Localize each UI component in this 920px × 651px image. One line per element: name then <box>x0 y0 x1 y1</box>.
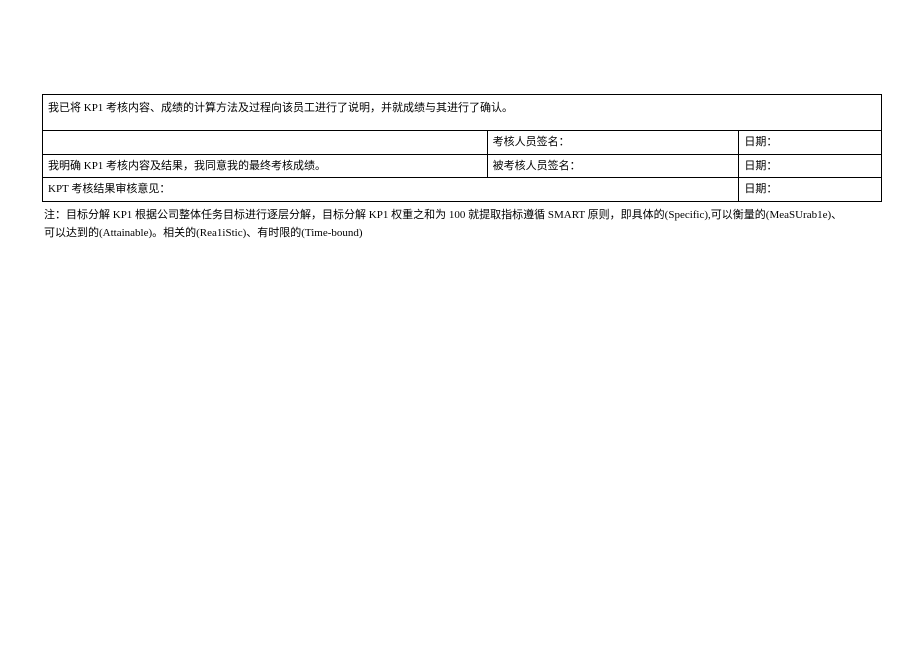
assessor-signature-cell: 考核人员签名： <box>487 131 739 155</box>
document-container: 我已将 KP1 考核内容、成绩的计算方法及过程向该员工进行了说明，并就成绩与其进… <box>0 0 920 243</box>
cell-text: 被考核人员签名： <box>493 160 581 172</box>
explanation-text: 我已将 KP1 考核内容、成绩的计算方法及过程向该员工进行了说明，并就成绩与其进… <box>48 102 513 114</box>
note-line2: 可以达到的(Attainable)。相关的(Rea1iStic)、有时限的(Ti… <box>44 224 882 243</box>
confirmation-cell: 我明确 KP1 考核内容及结果，我同意我的最终考核成绩。 <box>43 154 488 178</box>
cell-text: KPT 考核结果审核意见： <box>48 183 170 195</box>
date-cell: 日期： <box>739 178 882 202</box>
cell-text: 日期： <box>744 136 777 148</box>
cell-text: 日期： <box>744 160 777 172</box>
note-line1: 注：目标分解 KP1 根据公司整体任务目标进行逐层分解，目标分解 KP1 权重之… <box>44 206 882 225</box>
date-cell: 日期： <box>739 131 882 155</box>
review-opinion-cell: KPT 考核结果审核意见： <box>43 178 739 202</box>
explanation-cell: 我已将 KP1 考核内容、成绩的计算方法及过程向该员工进行了说明，并就成绩与其进… <box>43 95 882 131</box>
table-row: KPT 考核结果审核意见： 日期： <box>43 178 882 202</box>
cell-text: 我明确 KP1 考核内容及结果，我同意我的最终考核成绩。 <box>48 160 326 172</box>
empty-cell <box>43 131 488 155</box>
cell-text: 考核人员签名： <box>493 136 570 148</box>
note-section: 注：目标分解 KP1 根据公司整体任务目标进行逐层分解，目标分解 KP1 权重之… <box>42 202 882 243</box>
table-row: 我已将 KP1 考核内容、成绩的计算方法及过程向该员工进行了说明，并就成绩与其进… <box>43 95 882 131</box>
date-cell: 日期： <box>739 154 882 178</box>
assessee-signature-cell: 被考核人员签名： <box>487 154 739 178</box>
kpi-signature-table: 我已将 KP1 考核内容、成绩的计算方法及过程向该员工进行了说明，并就成绩与其进… <box>42 94 882 202</box>
cell-text: 日期： <box>744 183 777 195</box>
table-row: 我明确 KP1 考核内容及结果，我同意我的最终考核成绩。 被考核人员签名： 日期… <box>43 154 882 178</box>
table-row: 考核人员签名： 日期： <box>43 131 882 155</box>
